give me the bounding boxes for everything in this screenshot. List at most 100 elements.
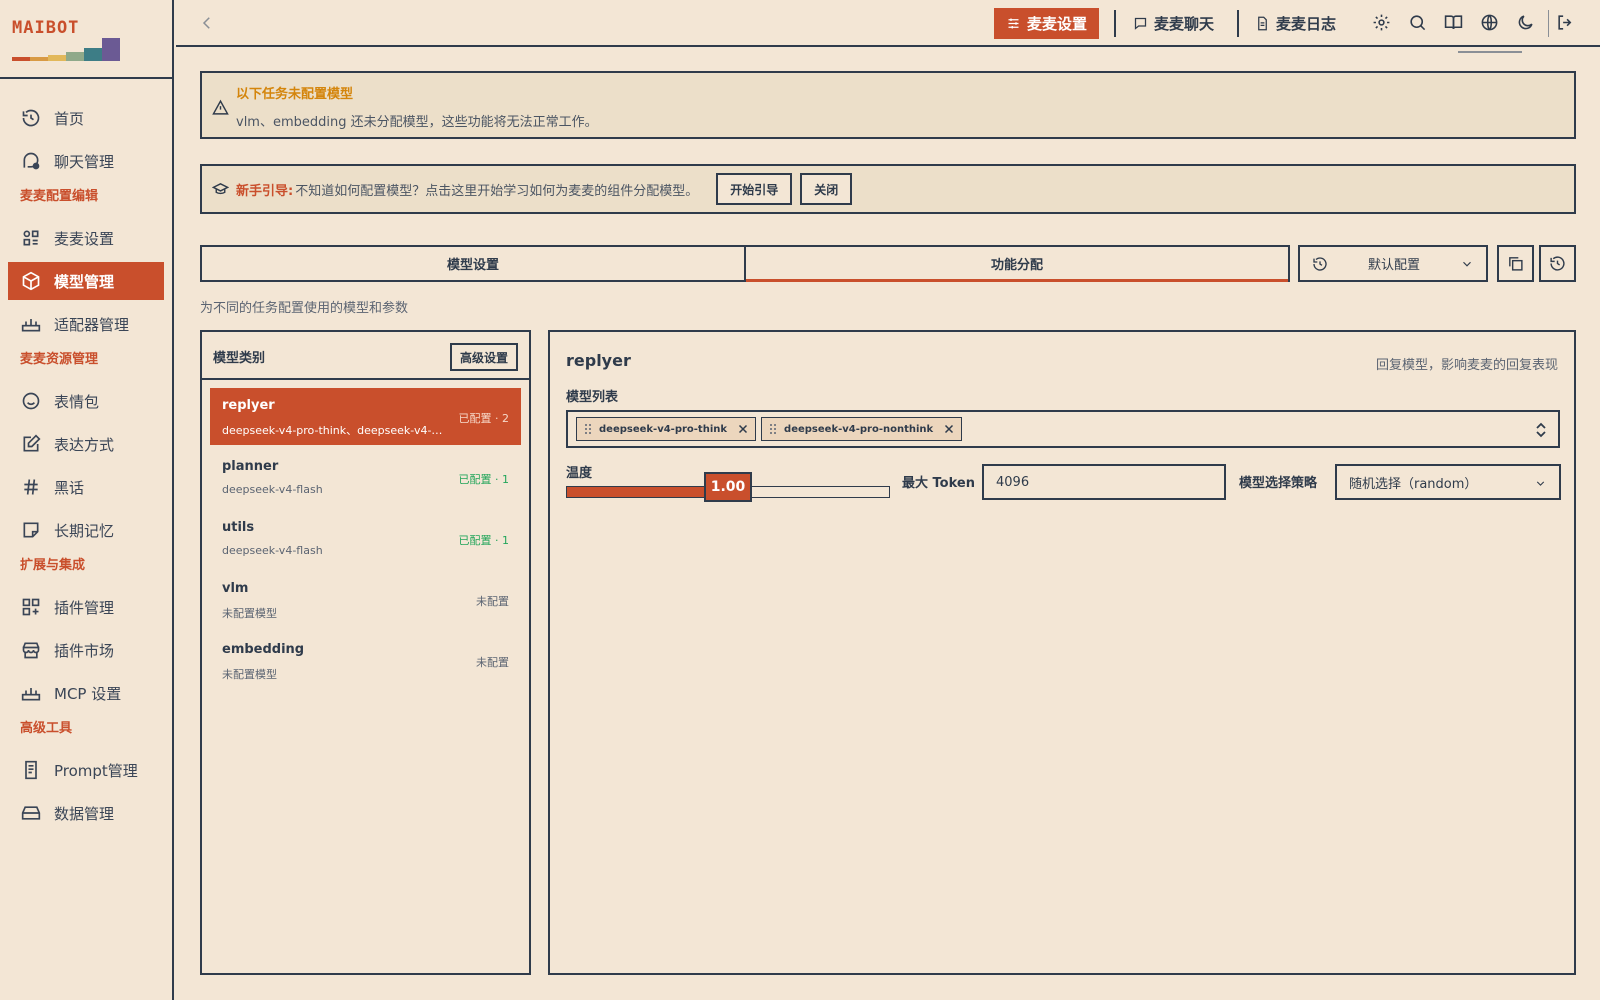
start-guide-button[interactable]: 开始引导 <box>716 173 793 205</box>
chevron-down-icon <box>1463 261 1471 267</box>
model-chip[interactable]: deepseek-v4-pro-nonthink <box>761 417 963 441</box>
advanced-settings-button[interactable]: 高级设置 <box>450 343 518 371</box>
model-chip-label: deepseek-v4-pro-think <box>599 423 728 435</box>
history-icon <box>1313 256 1327 271</box>
category-list: replyer deepseek-v4-pro-think、deepseek-v… <box>202 380 529 689</box>
category-item-embedding[interactable]: embedding 未配置模型 未配置 <box>210 632 521 689</box>
config-preset-select[interactable]: 默认配置 <box>1298 245 1488 282</box>
category-detail-panel: replyer 回复模型，影响麦麦的回复表现 模型列表 deepseek-v4-… <box>548 330 1576 975</box>
sidebar-item-chat-management[interactable]: 聊天管理 <box>8 142 164 180</box>
sidebar-section-advanced-tools: 高级工具 <box>20 721 73 736</box>
model-chip[interactable]: deepseek-v4-pro-think <box>576 417 757 441</box>
sidebar-item-slang[interactable]: 黑话 <box>8 468 164 506</box>
chevron-updown-icon <box>1536 422 1546 438</box>
sidebar-item-plugin-management[interactable]: 插件管理 <box>8 588 164 626</box>
top-bar-divider <box>1114 10 1116 37</box>
logo[interactable]: MAIBOT <box>0 0 172 79</box>
warning-icon <box>212 99 229 115</box>
book-icon[interactable] <box>1444 13 1463 32</box>
gear-icon[interactable] <box>1372 13 1391 32</box>
drag-handle-icon[interactable] <box>768 423 778 435</box>
alert-description: vlm、embedding 还未分配模型，这些功能将无法正常工作。 <box>236 115 598 130</box>
copy-config-button[interactable] <box>1497 245 1534 282</box>
temperature-slider-thumb[interactable]: 1.00 <box>704 472 752 502</box>
sidebar-item-expressions[interactable]: 表达方式 <box>8 425 164 463</box>
edit-icon <box>23 434 41 452</box>
sidebar-item-model-management[interactable]: 模型管理 <box>8 262 164 300</box>
category-status: 已配置 · 1 <box>458 473 510 486</box>
settings-tabs: 模型设置 功能分配 <box>200 245 1290 282</box>
history-icon <box>1550 256 1565 271</box>
top-tab-maimai-settings[interactable]: 麦麦设置 <box>994 8 1100 39</box>
graduation-cap-icon <box>212 182 229 194</box>
sidebar-item-data-management[interactable]: 数据管理 <box>8 794 164 832</box>
sidebar-item-label: 麦麦设置 <box>54 229 115 248</box>
sidebar-item-plugin-market[interactable]: 插件市场 <box>8 631 164 669</box>
restore-config-button[interactable] <box>1539 245 1576 282</box>
sliders-icon <box>1008 18 1019 29</box>
top-tab-maimai-chat[interactable]: 麦麦聊天 <box>1121 8 1226 39</box>
drive-icon <box>21 806 41 820</box>
alert-title: 以下任务未配置模型 <box>236 87 354 102</box>
sidebar-item-label: 数据管理 <box>54 804 115 823</box>
tab-function-assignment[interactable]: 功能分配 <box>744 247 1288 282</box>
router-icon <box>21 319 41 332</box>
logo-text: MAIBOT <box>12 18 80 38</box>
category-item-vlm[interactable]: vlm 未配置模型 未配置 <box>210 571 521 628</box>
globe-icon[interactable] <box>1480 13 1499 32</box>
top-tab-maimai-log[interactable]: 麦麦日志 <box>1243 8 1348 39</box>
sidebar-item-home[interactable]: 首页 <box>8 99 164 137</box>
sidebar-item-prompt-management[interactable]: Prompt管理 <box>8 751 164 789</box>
category-status: 未配置 <box>476 656 509 669</box>
smile-icon <box>22 392 40 410</box>
category-name: replyer <box>222 398 275 413</box>
category-item-utils[interactable]: utils deepseek-v4-flash 已配置 · 1 <box>210 510 521 567</box>
close-guide-button[interactable]: 关闭 <box>800 173 853 205</box>
top-bar: 麦麦设置 麦麦聊天 麦麦日志 <box>176 0 1600 47</box>
model-strategy-select[interactable]: 随机选择（random） <box>1335 464 1561 500</box>
sidebar-item-label: 插件市场 <box>54 641 115 660</box>
model-category-panel: 模型类别 高级设置 replyer deepseek-v4-pro-think、… <box>200 330 531 975</box>
search-icon[interactable] <box>1408 13 1427 32</box>
logout-icon[interactable] <box>1556 13 1575 32</box>
category-models: deepseek-v4-flash <box>222 544 323 557</box>
memory-icon <box>23 522 39 538</box>
temperature-label: 温度 <box>566 466 593 481</box>
close-icon[interactable] <box>943 423 955 435</box>
max-token-label: 最大 Token <box>902 476 975 491</box>
sidebar-item-maimai-settings[interactable]: 麦麦设置 <box>8 219 164 257</box>
sidebar-item-label: Prompt管理 <box>54 761 138 780</box>
close-icon[interactable] <box>737 423 749 435</box>
sidebar-item-label: 表情包 <box>54 392 100 411</box>
category-name: planner <box>222 459 279 474</box>
sidebar-item-adapter-management[interactable]: 适配器管理 <box>8 305 164 343</box>
sidebar-item-label: 适配器管理 <box>54 315 130 334</box>
sidebar-section-extensions: 扩展与集成 <box>20 558 86 573</box>
top-tab-label: 麦麦聊天 <box>1154 15 1215 33</box>
category-item-planner[interactable]: planner deepseek-v4-flash 已配置 · 1 <box>210 449 521 506</box>
category-item-replyer[interactable]: replyer deepseek-v4-pro-think、deepseek-v… <box>210 388 521 445</box>
sidebar-item-mcp-settings[interactable]: MCP 设置 <box>8 674 164 712</box>
tab-model-settings[interactable]: 模型设置 <box>202 247 744 280</box>
max-token-input[interactable]: 4096 <box>982 464 1226 500</box>
category-models: deepseek-v4-flash <box>222 483 323 496</box>
moon-icon[interactable] <box>1516 13 1535 32</box>
hash-icon <box>24 479 38 495</box>
chat-icon <box>23 152 40 170</box>
temperature-slider[interactable]: 1.00 <box>566 472 890 502</box>
sidebar-item-stickers[interactable]: 表情包 <box>8 382 164 420</box>
drag-handle-icon[interactable] <box>583 423 593 435</box>
sidebar-item-label: 首页 <box>54 109 85 128</box>
model-list-select[interactable]: deepseek-v4-pro-think deepseek-v4-pro-no… <box>566 410 1560 448</box>
category-status: 已配置 · 2 <box>458 412 510 425</box>
onboarding-guide: 新手引导: 不知道如何配置模型？点击这里开始学习如何为麦麦的组件分配模型。 开始… <box>200 164 1576 214</box>
warning-alert: 以下任务未配置模型 vlm、embedding 还未分配模型，这些功能将无法正常… <box>200 71 1576 139</box>
sidebar-item-label: 插件管理 <box>54 598 115 617</box>
sidebar-item-label: 聊天管理 <box>54 152 115 171</box>
chevron-left-icon[interactable] <box>198 14 216 32</box>
model-list-label: 模型列表 <box>566 390 619 405</box>
sidebar-item-long-term-memory[interactable]: 长期记忆 <box>8 511 164 549</box>
page-subtitle: 为不同的任务配置使用的模型和参数 <box>200 301 409 316</box>
scroll-indicator <box>1458 51 1522 53</box>
category-name: vlm <box>222 581 249 596</box>
